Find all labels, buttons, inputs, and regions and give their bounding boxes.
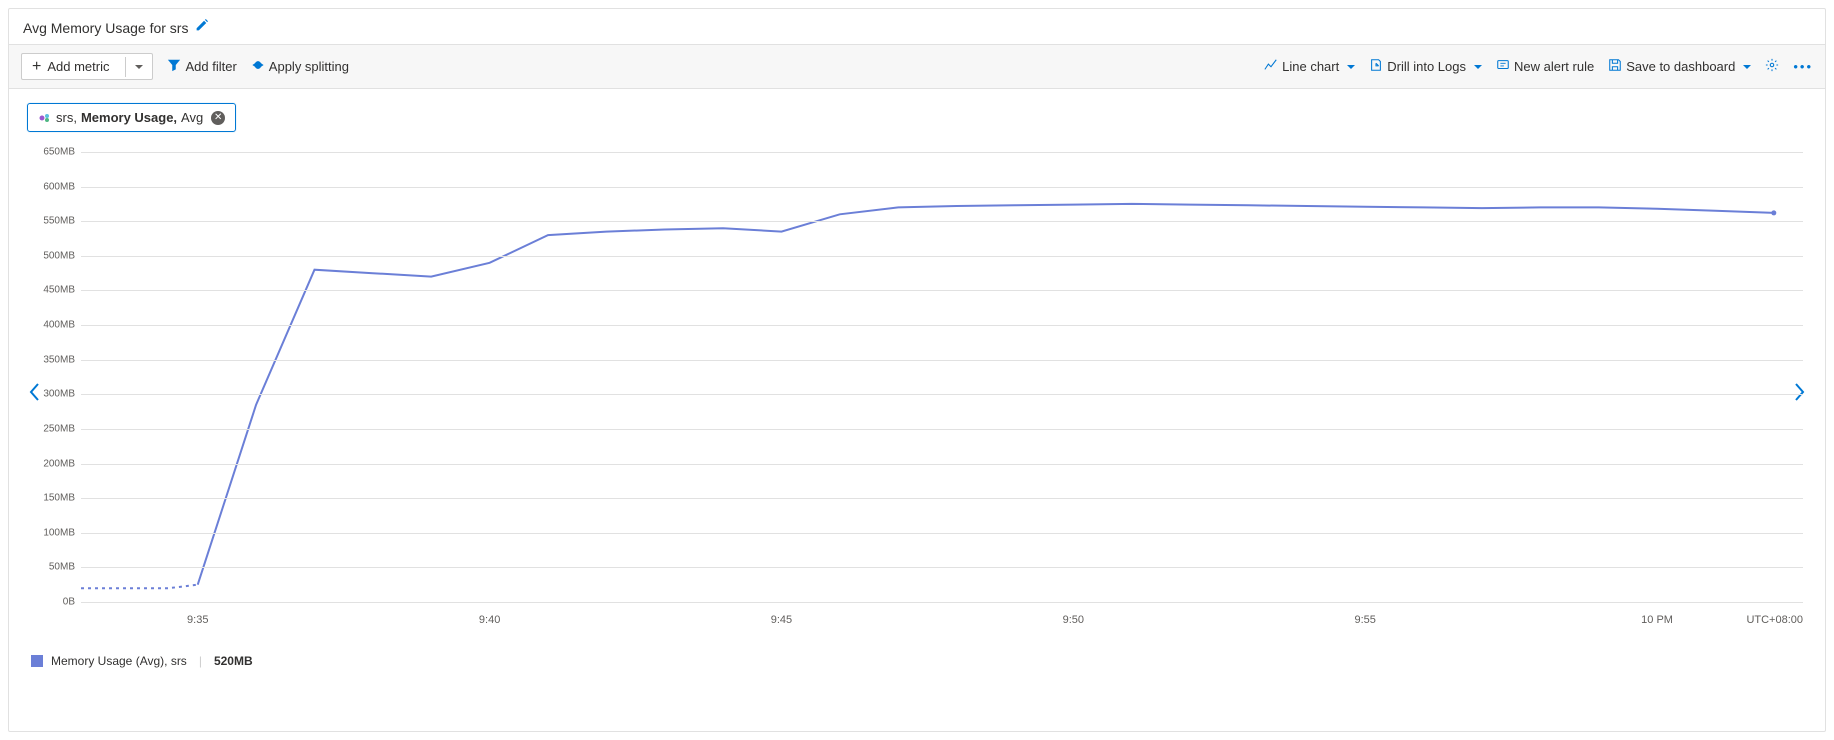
y-tick-label: 150MB [43, 493, 75, 504]
y-tick-label: 200MB [43, 458, 75, 469]
y-tick-label: 500MB [43, 250, 75, 261]
gridline [81, 464, 1803, 465]
toolbar: Add metric Add filter Apply splitting Li… [9, 44, 1825, 89]
pill-remove-icon[interactable]: ✕ [211, 111, 225, 125]
gridline [81, 429, 1803, 430]
y-tick-label: 400MB [43, 320, 75, 331]
plus-icon [32, 59, 41, 74]
legend-label: Memory Usage (Avg), srs [51, 654, 187, 668]
apply-splitting-label: Apply splitting [269, 59, 349, 74]
toolbar-right: Line chart Drill into Logs New alert rul… [1264, 58, 1813, 75]
gear-icon [1765, 58, 1779, 75]
y-tick-label: 350MB [43, 354, 75, 365]
chevron-down-icon [1470, 59, 1482, 74]
x-tick-label: 10 PM [1641, 614, 1673, 626]
pill-aggregation: Avg [181, 110, 203, 125]
gridline [81, 221, 1803, 222]
new-alert-label: New alert rule [1514, 59, 1594, 74]
chevron-down-icon [1343, 59, 1355, 74]
gridline [81, 152, 1803, 153]
y-axis: 0B50MB100MB150MB200MB250MB300MB350MB400M… [31, 152, 81, 602]
gridline [81, 360, 1803, 361]
splitting-icon [251, 58, 265, 75]
drill-logs-button[interactable]: Drill into Logs [1369, 58, 1482, 75]
ellipsis-icon: ••• [1793, 59, 1813, 74]
add-filter-label: Add filter [185, 59, 236, 74]
filter-icon [167, 58, 181, 75]
x-tick-label: 9:55 [1354, 614, 1375, 626]
apply-splitting-button[interactable]: Apply splitting [251, 58, 349, 75]
save-dashboard-label: Save to dashboard [1626, 59, 1735, 74]
gridline [81, 394, 1803, 395]
y-tick-label: 0B [63, 597, 75, 608]
line-chart-icon [1264, 58, 1278, 75]
alert-icon [1496, 58, 1510, 75]
metric-pill-row: srs, Memory Usage, Avg ✕ [9, 89, 1825, 132]
chart-type-button[interactable]: Line chart [1264, 58, 1355, 75]
gridline [81, 290, 1803, 291]
y-tick-label: 450MB [43, 285, 75, 296]
plot-region [81, 152, 1803, 602]
x-axis: UTC+08:00 9:35 9:40 9:45 9:50 9:55 10 PM [81, 610, 1803, 632]
timezone-label: UTC+08:00 [1746, 614, 1803, 626]
gridline [81, 602, 1803, 603]
edit-title-icon[interactable] [194, 19, 208, 36]
y-tick-label: 650MB [43, 147, 75, 158]
legend: Memory Usage (Avg), srs | 520MB [9, 642, 1825, 680]
logs-icon [1369, 58, 1383, 75]
gridline [81, 256, 1803, 257]
pill-scope: srs, [56, 110, 77, 125]
y-tick-label: 250MB [43, 423, 75, 434]
x-tick-label: 9:40 [479, 614, 500, 626]
drill-logs-label: Drill into Logs [1387, 59, 1466, 74]
gridline [81, 567, 1803, 568]
x-tick-label: 9:45 [771, 614, 792, 626]
new-alert-button[interactable]: New alert rule [1496, 58, 1594, 75]
chevron-down-icon [1739, 59, 1751, 74]
y-tick-label: 550MB [43, 216, 75, 227]
settings-button[interactable] [1765, 58, 1779, 75]
gridline [81, 325, 1803, 326]
y-tick-label: 300MB [43, 389, 75, 400]
pill-metric: Memory Usage, [81, 110, 177, 125]
legend-separator: | [199, 654, 202, 668]
resource-icon [38, 111, 52, 125]
save-icon [1608, 58, 1622, 75]
gridline [81, 187, 1803, 188]
toolbar-left: Add metric Add filter Apply splitting [21, 53, 349, 80]
add-metric-button[interactable]: Add metric [21, 53, 153, 80]
y-tick-label: 600MB [43, 181, 75, 192]
panel-title: Avg Memory Usage for srs [23, 20, 188, 36]
add-metric-label: Add metric [47, 59, 109, 74]
gridline [81, 533, 1803, 534]
y-tick-label: 50MB [49, 562, 75, 573]
add-metric-caret[interactable] [125, 57, 152, 77]
series-last-point [1771, 210, 1776, 215]
series-line-dashed [81, 585, 198, 589]
metric-pill[interactable]: srs, Memory Usage, Avg ✕ [27, 103, 236, 132]
chart-type-label: Line chart [1282, 59, 1339, 74]
legend-value: 520MB [214, 654, 253, 668]
x-tick-label: 9:35 [187, 614, 208, 626]
y-tick-label: 100MB [43, 527, 75, 538]
panel-title-row: Avg Memory Usage for srs [9, 9, 1825, 44]
legend-swatch [31, 655, 43, 667]
x-tick-label: 9:50 [1063, 614, 1084, 626]
gridline [81, 498, 1803, 499]
more-button[interactable]: ••• [1793, 59, 1813, 74]
metrics-panel: Avg Memory Usage for srs Add metric Add … [8, 8, 1826, 732]
add-filter-button[interactable]: Add filter [167, 58, 236, 75]
chart-area: 0B 50MB 100MB 150MB 200MB 250MB 300MB 350MB 400M… [31, 152, 1803, 632]
save-dashboard-button[interactable]: Save to dashboard [1608, 58, 1751, 75]
